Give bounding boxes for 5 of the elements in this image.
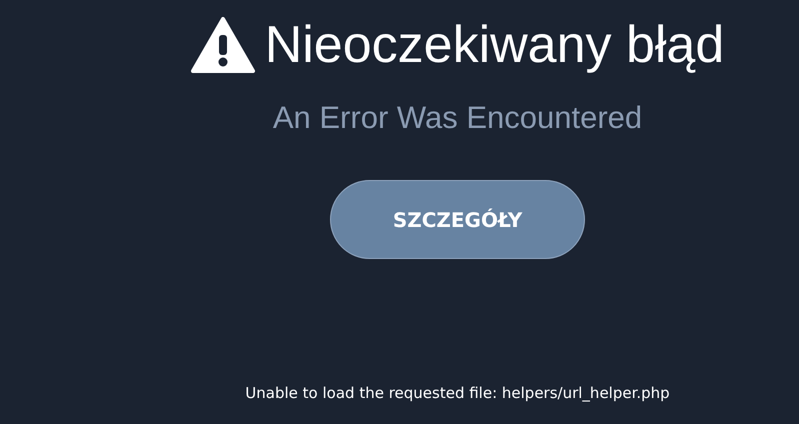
error-title: Nieoczekiwany błąd (264, 15, 724, 76)
warning-icon (190, 17, 255, 73)
error-message: Unable to load the requested file: helpers/url_helper.php (245, 384, 670, 402)
details-button[interactable]: SZCZEGÓŁY (330, 180, 585, 259)
error-subtitle: An Error Was Encountered (272, 100, 642, 136)
